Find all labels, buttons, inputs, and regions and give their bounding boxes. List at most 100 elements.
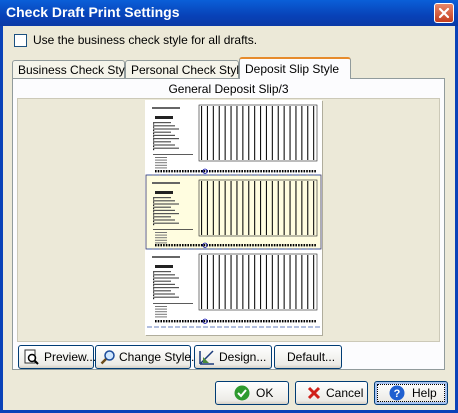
design-button[interactable]: Design... (194, 345, 272, 369)
slip-text-line (155, 232, 167, 233)
micr-bar (298, 244, 300, 247)
micr-bar (246, 170, 249, 173)
slip-grid-column (212, 255, 214, 309)
help-icon: ? (389, 385, 405, 401)
micr-bar (225, 320, 227, 323)
business-style-checkbox[interactable] (14, 34, 27, 47)
micr-bar (314, 244, 316, 247)
tab-business-check-style[interactable]: Business Check Style (12, 60, 134, 79)
slip-grid-column (218, 181, 220, 235)
micr-bar (308, 170, 311, 173)
slip-text-line (155, 306, 167, 307)
slip-text-line (153, 197, 171, 199)
slip-grid-column (230, 255, 232, 309)
micr-bar (157, 244, 160, 247)
micr-bar (284, 170, 287, 173)
tab-label: Personal Check Style (131, 63, 246, 77)
micr-bar (192, 320, 195, 323)
design-icon (199, 350, 214, 365)
micr-bar (222, 320, 225, 323)
micr-bar (168, 170, 171, 173)
micr-bar (203, 320, 206, 323)
ok-label: OK (256, 386, 274, 400)
slip-checkbox (153, 282, 155, 284)
micr-bar (184, 170, 187, 173)
micr-bar (287, 320, 289, 323)
slip-grid-column (236, 181, 238, 235)
preview-icon (24, 349, 39, 365)
tab-deposit-slip-style[interactable]: Deposit Slip Style (239, 57, 351, 79)
micr-bar (222, 170, 225, 173)
close-button[interactable] (434, 3, 454, 23)
ok-button[interactable]: OK (215, 381, 289, 405)
micr-bar (160, 244, 162, 247)
micr-bar (276, 170, 279, 173)
slip-grid-column (277, 255, 279, 309)
micr-bar (214, 320, 216, 323)
deposit-slip-preview-page (145, 100, 322, 335)
micr-bar (279, 170, 281, 173)
cancel-button[interactable]: Cancel (295, 381, 368, 405)
micr-bar (165, 170, 168, 173)
slip-grid-column (307, 255, 309, 309)
micr-bar (238, 320, 241, 323)
tab-personal-check-style[interactable]: Personal Check Style (125, 60, 246, 79)
micr-bar (236, 170, 238, 173)
slip-text-line (153, 290, 171, 292)
micr-bar (182, 170, 184, 173)
micr-bar (263, 170, 265, 173)
slip-checkbox (153, 198, 155, 200)
micr-bar (225, 170, 227, 173)
micr-bar (203, 244, 206, 247)
micr-bar (265, 170, 268, 173)
micr-bar (195, 244, 198, 247)
slip-text-line (153, 206, 171, 208)
micr-bar (244, 170, 246, 173)
micr-bar (209, 170, 211, 173)
micr-bar (179, 320, 181, 323)
micr-bar (273, 170, 276, 173)
slip-checkbox (153, 291, 155, 293)
micr-bar (179, 170, 181, 173)
help-button[interactable]: ? Help (374, 381, 448, 405)
micr-bar (155, 320, 157, 323)
micr-bar (198, 320, 200, 323)
micr-bar (173, 170, 176, 173)
slip-checkbox (153, 285, 155, 287)
slip-grid-column (265, 255, 267, 309)
micr-bar (252, 244, 254, 247)
default-button[interactable]: Default... (274, 345, 342, 369)
preview-button[interactable]: Preview... (18, 345, 96, 369)
slip-grid-column (206, 255, 208, 309)
title-bar: Check Draft Print Settings (0, 0, 458, 26)
micr-bar (290, 170, 292, 173)
slip-grid-column (295, 106, 297, 160)
micr-bar (295, 170, 297, 173)
micr-bar (176, 170, 179, 173)
micr-bar (244, 244, 246, 247)
slip-checkbox (153, 278, 155, 280)
micr-bar (233, 320, 235, 323)
window-title: Check Draft Print Settings (6, 4, 180, 20)
slip-text-line (155, 159, 167, 161)
micr-bar (176, 244, 179, 247)
micr-bar (273, 320, 276, 323)
micr-bar (249, 170, 252, 173)
tab-label: Business Check Style (18, 63, 135, 77)
slip-checkbox (153, 133, 155, 135)
slip-grid-column (295, 181, 297, 235)
change-style-button[interactable]: Change Style... (95, 345, 201, 369)
micr-bar (163, 244, 165, 247)
slip-rule (153, 303, 193, 304)
slip-text-line (153, 131, 171, 133)
micr-bar (179, 244, 181, 247)
slip-checkbox (153, 142, 155, 144)
micr-bar (268, 170, 270, 173)
micr-bar (290, 320, 292, 323)
micr-bar (246, 244, 249, 247)
slip-checkbox (153, 288, 155, 290)
micr-bar (163, 170, 165, 173)
slip-grid-column (201, 255, 203, 309)
micr-bar (303, 320, 306, 323)
slip-grid-column (212, 106, 214, 160)
